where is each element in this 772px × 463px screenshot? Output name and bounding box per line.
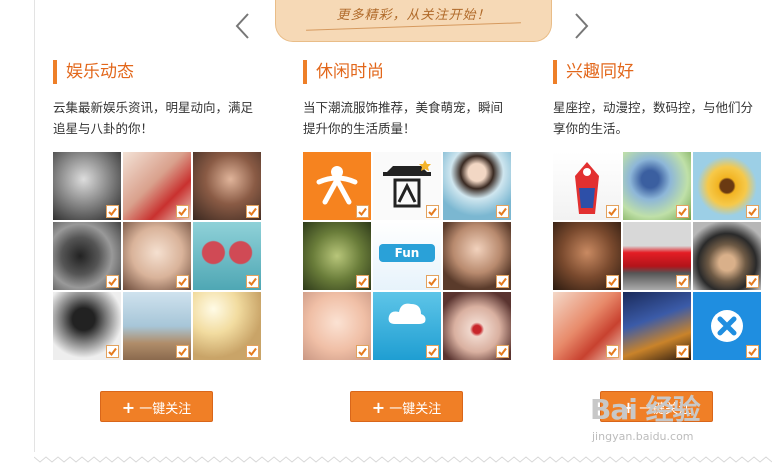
check-icon [176,275,189,288]
avatar-life-logo[interactable] [373,292,441,360]
plus-icon: + [121,398,136,417]
avatar-black-hat-logo[interactable] [373,152,441,220]
category-column-entertainment: 娱乐动态 云集最新娱乐资讯，明星动向，满足追星与八卦的你！ [53,60,273,360]
check-icon [676,345,689,358]
prev-arrow-icon[interactable] [230,10,256,42]
avatar-sunlight-girl[interactable] [193,292,261,360]
avatar-red-sports-car[interactable] [623,222,691,290]
avatar-woman-red-dress[interactable] [123,152,191,220]
check-icon [176,345,189,358]
avatar-ice-age-squirrel[interactable] [123,292,191,360]
check-icon [356,205,369,218]
check-icon [746,275,759,288]
follow-all-label: 一键关注 [389,402,442,417]
category-column-fashion: 休闲时尚 当下潮流服饰推荐，美食萌宠，瞬间提升你的生活质量！ Fun [303,60,523,360]
next-arrow-icon[interactable] [568,10,594,42]
frame-left-border [34,0,35,452]
avatar-grid [553,152,763,360]
check-icon [426,275,439,288]
watermark-url: jingyan.baidu.com [592,430,694,443]
check-icon [746,345,759,358]
check-icon [356,345,369,358]
avatar-grid [53,152,263,360]
avatar-muscle-man[interactable] [553,222,621,290]
column-description: 当下潮流服饰推荐，美食萌宠，瞬间提升你的生活质量！ [303,100,504,136]
check-icon [356,275,369,288]
check-icon [746,205,759,218]
check-icon [176,205,189,218]
baidu-watermark: Bai 经验 jingyan.baidu.com [590,380,750,450]
category-column-interests: 兴趣同好 星座控，动漫控，数码控，与他们分享你的生活。 [553,60,772,360]
check-icon [106,275,119,288]
avatar-man-hat[interactable] [693,222,761,290]
avatar-woman-long-hair[interactable] [443,222,511,290]
avatar-portrait-man-bw[interactable] [53,152,121,220]
header-banner: 更多精彩，从关注开始！ [275,0,552,42]
check-icon [106,205,119,218]
check-icon [106,345,119,358]
check-icon [426,345,439,358]
check-icon [246,205,259,218]
check-icon [496,275,509,288]
avatar-woman-dark-hair[interactable] [193,152,261,220]
column-description: 星座控，动漫控，数码控，与他们分享你的生活。 [553,100,754,136]
check-icon [676,275,689,288]
avatar-baby-face[interactable] [303,292,371,360]
avatar-green-heart-design[interactable] [303,222,371,290]
avatar-red-lips-woman[interactable] [443,292,511,360]
column-title: 休闲时尚 [303,60,523,84]
check-icon [496,345,509,358]
avatar-poster-red[interactable] [553,292,621,360]
avatar-curly-hair-girl[interactable] [53,292,121,360]
column-title: 娱乐动态 [53,60,273,84]
check-icon [606,275,619,288]
follow-all-label: 一键关注 [139,402,192,417]
avatar-blue-app-logo[interactable] [693,292,761,360]
check-icon [246,275,259,288]
avatar-anime-character[interactable] [623,152,691,220]
avatar-fun-logo[interactable]: Fun [373,222,441,290]
follow-all-button-entertainment[interactable]: + 一键关注 [100,391,213,422]
check-icon [246,345,259,358]
plus-icon: + [371,398,386,417]
avatar-girl-blue-dress[interactable] [443,152,511,220]
avatar-orange-logo[interactable] [303,152,371,220]
column-description: 云集最新娱乐资讯，明星动向，满足追星与八卦的你！ [53,100,254,136]
avatar-grid: Fun [303,152,513,360]
avatar-sunflower[interactable] [693,152,761,220]
check-icon [496,205,509,218]
check-icon [606,205,619,218]
avatar-dnf-game[interactable] [623,292,691,360]
check-icon [606,345,619,358]
column-title: 兴趣同好 [553,60,772,84]
banner-underline [306,22,521,31]
watermark-text: Bai 经验 [590,393,701,426]
check-icon [676,205,689,218]
banner-text: 更多精彩，从关注开始！ [336,8,491,23]
avatar-heart-sunglasses[interactable] [193,222,261,290]
zigzag-border [34,456,772,463]
follow-all-button-fashion[interactable]: + 一键关注 [350,391,463,422]
avatar-mascot-figure[interactable] [553,152,621,220]
avatar-photographer-camera[interactable] [53,222,121,290]
check-icon [426,205,439,218]
avatar-woman-smile[interactable] [123,222,191,290]
